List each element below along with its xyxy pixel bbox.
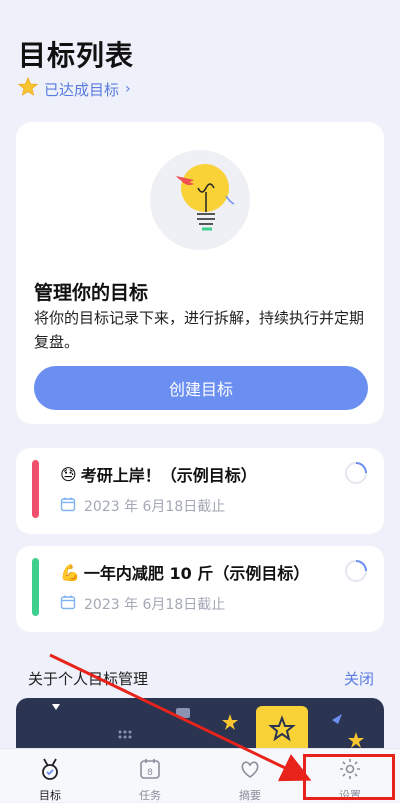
annotation-highlight-box bbox=[303, 754, 395, 800]
annotation-arrow bbox=[49, 653, 312, 782]
